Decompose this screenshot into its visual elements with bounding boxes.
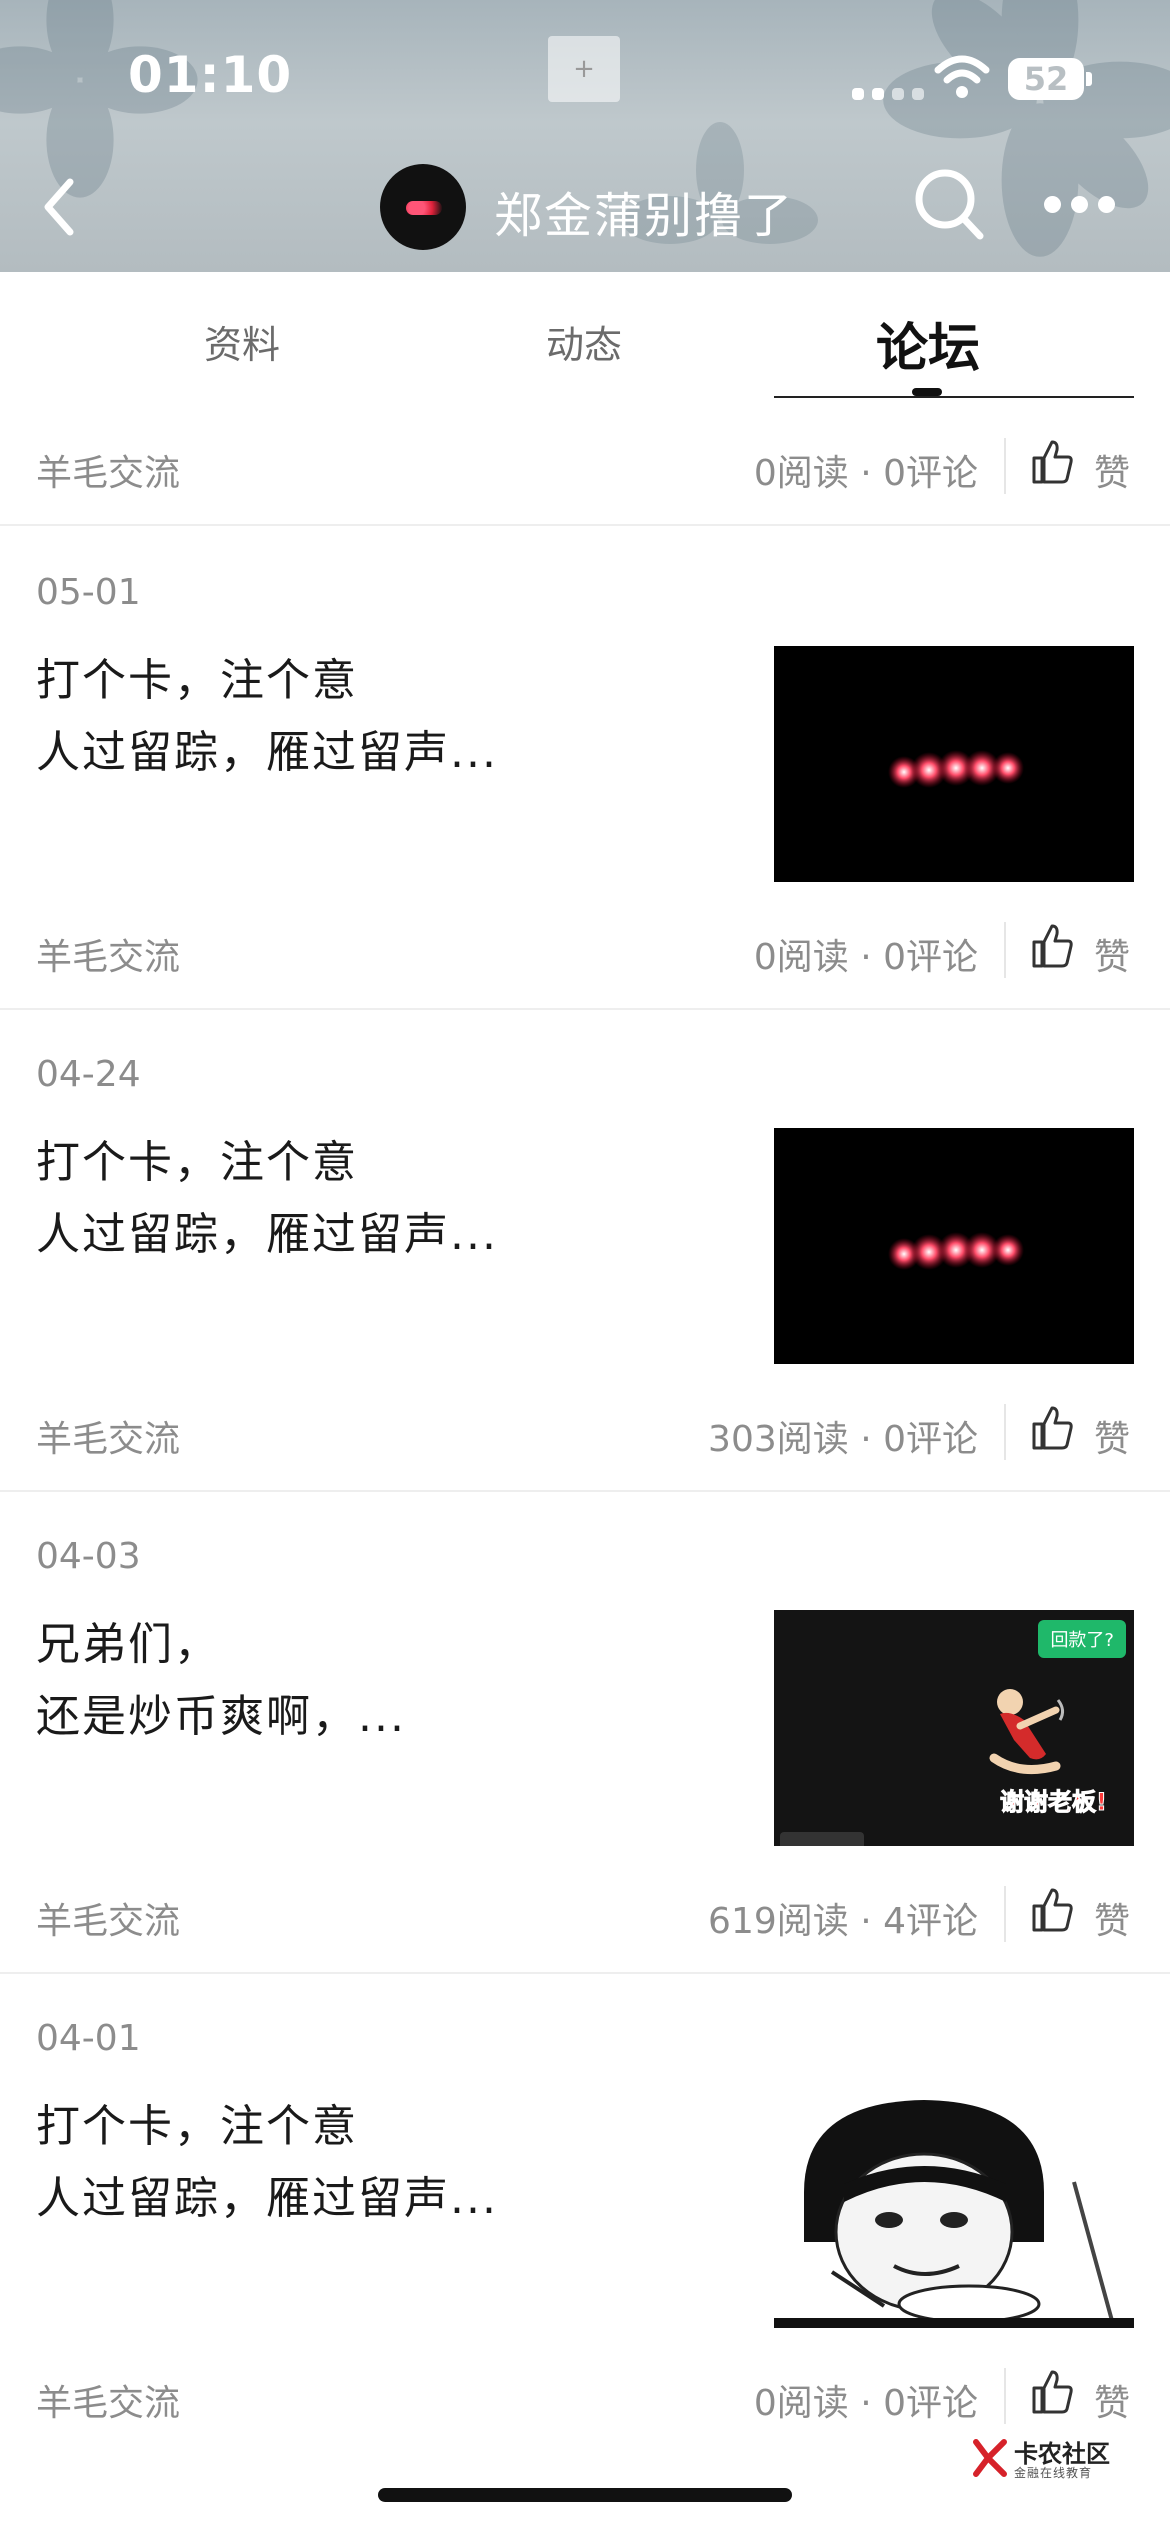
- post-title[interactable]: 兄弟们，: [36, 1608, 220, 1672]
- divider: [1004, 922, 1006, 978]
- post-stats: 303阅读 · 0评论: [708, 1419, 978, 1460]
- post-excerpt[interactable]: 人过留踪，雁过留声...: [36, 2162, 498, 2226]
- more-icon[interactable]: [1044, 196, 1116, 216]
- thumbnail-badge: 回款了?: [1038, 1620, 1126, 1658]
- watermark-subtitle: 金融在线教育: [1014, 2466, 1093, 2480]
- thumbnail-image: [888, 1232, 1024, 1270]
- divider: [0, 1972, 1170, 1974]
- like-label[interactable]: 赞: [1094, 928, 1130, 980]
- thumbs-up-icon[interactable]: [1030, 438, 1074, 486]
- tab-activity[interactable]: 动态: [464, 314, 704, 369]
- avatar[interactable]: [380, 164, 466, 250]
- post-meta: 羊毛交流 303阅读 · 0评论 赞: [0, 1382, 1170, 1486]
- tab-bar: 资料 动态 论坛: [0, 272, 1170, 400]
- like-label[interactable]: 赞: [1094, 444, 1130, 496]
- tab-active-indicator: [912, 388, 942, 396]
- post-thumbnail[interactable]: [774, 646, 1134, 882]
- divider: [1004, 2368, 1006, 2424]
- post-title[interactable]: 打个卡，注个意: [36, 1126, 358, 1190]
- post-category[interactable]: 羊毛交流: [36, 928, 180, 980]
- thumbs-up-icon[interactable]: [1030, 2368, 1074, 2416]
- tab-forum[interactable]: 论坛: [808, 306, 1048, 381]
- page-title: 郑金蒲别撸了: [494, 188, 795, 244]
- plus-icon: +: [548, 36, 620, 102]
- meme-figure-icon: [989, 1689, 1065, 1775]
- post-stats: 0阅读 · 0评论: [753, 937, 978, 978]
- thumbnail-corner: [780, 1832, 864, 1846]
- status-time: 01:10: [128, 46, 293, 104]
- divider: [1004, 1886, 1006, 1942]
- post-category[interactable]: 羊毛交流: [36, 2374, 180, 2426]
- post-meta: 羊毛交流 0阅读 · 0评论 赞: [0, 900, 1170, 1004]
- thumbs-up-icon[interactable]: [1030, 922, 1074, 970]
- like-label[interactable]: 赞: [1094, 2374, 1130, 2426]
- thumbs-up-icon[interactable]: [1030, 1404, 1074, 1452]
- thumbs-up-icon[interactable]: [1030, 1886, 1074, 1934]
- divider: [0, 1490, 1170, 1492]
- post-meta: 羊毛交流 0阅读 · 0评论 赞: [0, 416, 1170, 520]
- thumbnail-caption: 谢谢老板!: [1000, 1788, 1108, 1817]
- post-stats: 0阅读 · 0评论: [753, 2383, 978, 2424]
- search-icon[interactable]: [912, 166, 986, 242]
- post-date: 04-24: [36, 1054, 141, 1095]
- post-date: 04-03: [36, 1536, 141, 1577]
- watermark-logo: 卡农社区 金融在线教育: [972, 2432, 1142, 2484]
- post-category[interactable]: 羊毛交流: [36, 1892, 180, 1944]
- post-category[interactable]: 羊毛交流: [36, 444, 180, 496]
- divider: [1004, 1404, 1006, 1460]
- battery-indicator: 52: [1008, 58, 1084, 100]
- post-thumbnail[interactable]: [774, 2092, 1134, 2328]
- home-indicator[interactable]: [378, 2488, 792, 2502]
- battery-tip: [1086, 72, 1092, 86]
- tab-underline: [774, 396, 1134, 398]
- post-excerpt[interactable]: 人过留踪，雁过留声...: [36, 1198, 498, 1262]
- post-title[interactable]: 打个卡，注个意: [36, 644, 358, 708]
- post-stats: 0阅读 · 0评论: [753, 453, 978, 494]
- post-thumbnail[interactable]: 回款了? 谢谢老板!: [774, 1610, 1134, 1846]
- post-stats: 619阅读 · 4评论: [708, 1901, 978, 1942]
- divider: [0, 1008, 1170, 1010]
- post-date: 05-01: [36, 572, 141, 613]
- post-thumbnail[interactable]: [774, 1128, 1134, 1364]
- post-meta: 羊毛交流 619阅读 · 4评论 赞: [0, 1864, 1170, 1968]
- divider: [1004, 438, 1006, 494]
- tab-profile[interactable]: 资料: [122, 314, 362, 369]
- back-icon[interactable]: [36, 170, 84, 244]
- signal-icon: [852, 80, 926, 100]
- like-label[interactable]: 赞: [1094, 1892, 1130, 1944]
- post-excerpt[interactable]: 还是炒币爽啊，...: [36, 1680, 406, 1744]
- post-category[interactable]: 羊毛交流: [36, 1410, 180, 1462]
- thumbnail-image: [888, 750, 1024, 788]
- post-title[interactable]: 打个卡，注个意: [36, 2090, 358, 2154]
- profile-header: 01:10 + 52 郑金蒲别撸了: [0, 0, 1170, 272]
- like-label[interactable]: 赞: [1094, 1410, 1130, 1462]
- wifi-icon: [934, 55, 990, 98]
- logo-icon: [973, 2439, 1007, 2477]
- post-date: 04-01: [36, 2018, 141, 2059]
- divider: [0, 524, 1170, 526]
- meme-face-icon: [774, 2100, 1134, 2328]
- post-excerpt[interactable]: 人过留踪，雁过留声...: [36, 716, 498, 780]
